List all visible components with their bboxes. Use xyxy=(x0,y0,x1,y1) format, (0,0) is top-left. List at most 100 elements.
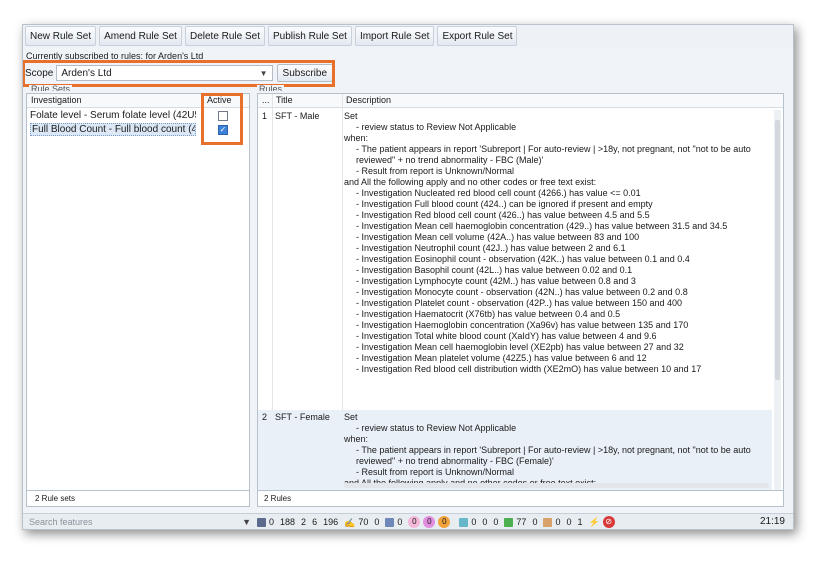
status-counter: 0 xyxy=(374,517,379,527)
status-count: 6 xyxy=(312,517,318,527)
condition-line: - Investigation Mean platelet volume (42… xyxy=(356,353,647,363)
status-counter: 0 xyxy=(532,517,537,527)
import-rule-set-button[interactable]: Import Rule Set xyxy=(354,26,435,46)
scope-dropdown[interactable]: Arden's Ltd ▼ xyxy=(56,65,273,81)
desc-line: - review status to Review Not Applicable xyxy=(356,423,517,433)
rule-set-investigation: Full Blood Count - Full blood count (424… xyxy=(30,123,196,136)
status-bar: Search features ▼ 0 188 2 6 196 ✍ 70 0 0… xyxy=(23,513,793,529)
status-count: 196 xyxy=(323,517,339,527)
green-flag-icon xyxy=(504,517,514,527)
clipboard-icon xyxy=(543,517,553,527)
status-counter-group[interactable]: 0 xyxy=(543,517,560,527)
purple-badge-icon: 0 xyxy=(423,516,436,528)
status-counter-group[interactable]: 0 xyxy=(459,517,476,527)
delete-rule-set-button[interactable]: Delete Rule Set xyxy=(184,26,266,46)
condition-line: - Investigation Total white blood count … xyxy=(356,331,657,341)
desc-line: - review status to Review Not Applicable xyxy=(356,122,517,132)
pink-badge-icon: 0 xyxy=(408,516,421,528)
search-placeholder: Search features xyxy=(29,517,93,527)
rules-manager-window: New Rule Set Amend Rule Set Delete Rule … xyxy=(22,24,794,530)
rules-header: ... Title Description xyxy=(258,94,783,108)
status-count: 77 xyxy=(516,517,527,527)
desc-line: - The patient appears in report 'Subrepo… xyxy=(356,144,751,165)
toolbar: New Rule Set Amend Rule Set Delete Rule … xyxy=(23,25,793,47)
rules-title: Rules xyxy=(257,85,285,91)
rule-row[interactable]: 2 SFT - Female Set - review status to Re… xyxy=(258,410,772,490)
status-count: 0 xyxy=(471,517,477,527)
column-investigation[interactable]: Investigation xyxy=(31,95,82,105)
rule-sets-title: Rule Sets xyxy=(29,85,73,91)
status-counter-group[interactable]: 0 0 0 xyxy=(408,516,453,528)
chevron-down-icon: ▼ xyxy=(242,517,251,527)
rules-panel: ... Title Description 1 SFT - Male Set -… xyxy=(257,93,784,491)
active-checkbox[interactable] xyxy=(218,111,228,121)
desc-line: - Result from report is Unknown/Normal xyxy=(356,166,515,176)
chevron-down-icon: ▼ xyxy=(259,68,268,78)
status-count: 0 xyxy=(532,517,538,527)
status-counter: 0 xyxy=(566,517,571,527)
rule-sets-header: Investigation Active xyxy=(27,94,249,108)
orange-badge-icon: 0 xyxy=(438,516,451,528)
status-counter: 0 xyxy=(493,517,498,527)
lightning-icon: ⚡ xyxy=(588,516,600,527)
condition-line: - Investigation Mean cell haemoglobin le… xyxy=(356,342,684,352)
condition-line: - Investigation Haemoglobin concentratio… xyxy=(356,320,689,330)
scrollbar-thumb[interactable] xyxy=(775,120,780,380)
export-rule-set-button[interactable]: Export Rule Set xyxy=(437,26,518,46)
column-title[interactable]: Title xyxy=(276,95,293,105)
status-counter-group[interactable]: 77 xyxy=(504,517,526,527)
condition-line: - Investigation Platelet count - observa… xyxy=(356,298,683,308)
rules-footer: 2 Rules xyxy=(257,491,784,507)
rule-set-row[interactable]: Folate level - Serum folate level (42U5.… xyxy=(27,109,249,122)
amend-rule-set-button[interactable]: Amend Rule Set xyxy=(99,26,182,46)
search-features-input[interactable]: Search features ▼ xyxy=(29,517,251,527)
status-icon-group[interactable]: ⚡ ⊘ xyxy=(589,516,618,528)
rule-description: Set - review status to Review Not Applic… xyxy=(344,412,770,484)
no-entry-icon: ⊘ xyxy=(602,516,615,528)
column-active[interactable]: Active xyxy=(207,95,232,105)
status-counter: 188 xyxy=(280,517,295,527)
new-rule-set-button[interactable]: New Rule Set xyxy=(25,26,97,46)
status-counter-group[interactable]: 0 xyxy=(385,517,402,527)
rule-set-row[interactable]: Full Blood Count - Full blood count (424… xyxy=(27,123,249,136)
column-dots[interactable]: ... xyxy=(262,95,270,105)
status-count: 0 xyxy=(397,517,403,527)
condition-line: - Investigation Full blood count (424..)… xyxy=(356,199,653,209)
rule-number: 1 xyxy=(262,111,268,121)
condition-line: - Investigation Mean cell haemoglobin co… xyxy=(356,221,728,231)
status-count: 0 xyxy=(269,517,275,527)
status-counter: 2 xyxy=(301,517,306,527)
rule-set-investigation: Folate level - Serum folate level (42U5.… xyxy=(30,110,196,121)
status-counter-group[interactable]: ✍ 70 xyxy=(344,517,369,528)
active-checkbox[interactable]: ✓ xyxy=(218,125,228,135)
column-description[interactable]: Description xyxy=(346,95,391,105)
status-counter-group[interactable]: 0 xyxy=(257,517,274,527)
status-counter: 1 xyxy=(577,517,582,527)
status-count: 0 xyxy=(482,517,488,527)
publish-rule-set-button[interactable]: Publish Rule Set xyxy=(268,26,352,46)
rules-count: 2 Rules xyxy=(264,494,292,503)
subscribe-button[interactable]: Subscribe xyxy=(276,64,333,82)
condition-line: - Investigation Mean cell volume (42A..)… xyxy=(356,232,640,242)
desc-line: - The patient appears in report 'Subrepo… xyxy=(356,445,751,466)
vertical-scrollbar[interactable] xyxy=(774,110,781,490)
status-count: 2 xyxy=(301,517,307,527)
subscription-info: Currently subscribed to rules: for Arden… xyxy=(26,51,204,61)
rule-title: SFT - Female xyxy=(275,412,330,422)
desc-line: when: xyxy=(344,434,369,444)
desc-line: Set xyxy=(344,111,358,121)
status-counter: 0 xyxy=(482,517,487,527)
condition-line: - Investigation Nucleated red blood cell… xyxy=(356,188,641,198)
status-count: 0 xyxy=(555,517,561,527)
rule-number: 2 xyxy=(262,412,268,422)
document-icon xyxy=(385,517,395,527)
camera-icon xyxy=(459,517,469,527)
rule-sets-count: 2 Rule sets xyxy=(35,494,76,503)
horizontal-scrollbar[interactable] xyxy=(344,483,769,488)
condition-line: - Investigation Red blood cell count (42… xyxy=(356,210,650,220)
status-count: 70 xyxy=(358,517,369,527)
condition-line: - Investigation Neutrophil count (42J..)… xyxy=(356,243,626,253)
desc-line: when: xyxy=(344,133,369,143)
rule-row[interactable]: 1 SFT - Male Set - review status to Revi… xyxy=(258,109,772,409)
scope-value: Arden's Ltd xyxy=(61,67,112,79)
